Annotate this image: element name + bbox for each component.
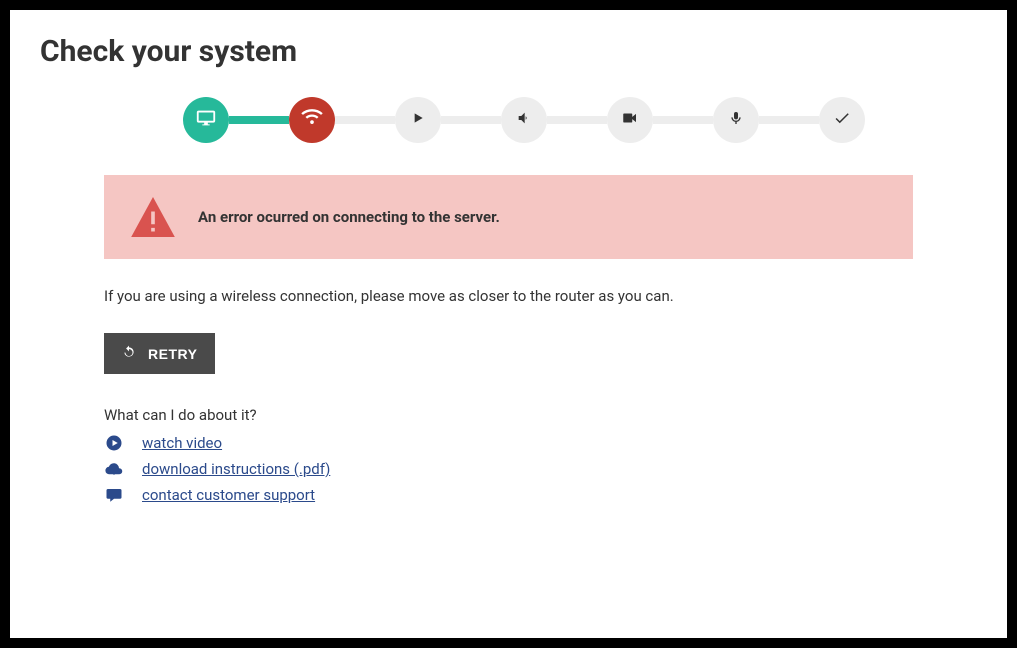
contact-support-link[interactable]: contact customer support <box>142 486 315 504</box>
watch-video-link[interactable]: watch video <box>142 434 222 452</box>
refresh-icon <box>122 345 136 362</box>
step-done <box>819 97 865 143</box>
step-camera <box>607 97 653 143</box>
step-connector <box>653 116 713 124</box>
wifi-icon <box>301 107 323 134</box>
help-item-support: contact customer support <box>104 486 913 504</box>
play-icon <box>410 110 426 131</box>
step-connector <box>547 116 607 124</box>
retry-button-label: RETRY <box>148 346 197 362</box>
step-volume <box>501 97 547 143</box>
help-list: watch video download instructions (.pdf)… <box>104 434 913 504</box>
instruction-text: If you are using a wireless connection, … <box>104 287 913 305</box>
download-instructions-link[interactable]: download instructions (.pdf) <box>142 460 330 478</box>
chat-icon <box>104 486 124 504</box>
video-icon <box>621 109 639 132</box>
retry-button[interactable]: RETRY <box>104 333 215 374</box>
monitor-icon <box>195 107 217 134</box>
error-alert: An error ocurred on connecting to the se… <box>104 175 913 259</box>
page-title: Check your system <box>40 34 977 69</box>
play-circle-icon <box>104 434 124 452</box>
step-connector <box>759 116 819 124</box>
help-item-download: download instructions (.pdf) <box>104 460 913 478</box>
cloud-download-icon <box>104 460 124 478</box>
microphone-icon <box>728 110 744 131</box>
check-icon <box>833 109 851 132</box>
step-connector <box>441 116 501 124</box>
system-check-stepper <box>104 97 913 143</box>
error-message: An error ocurred on connecting to the se… <box>198 208 500 226</box>
step-microphone <box>713 97 759 143</box>
step-connector <box>229 116 289 124</box>
volume-icon <box>516 110 532 131</box>
help-item-video: watch video <box>104 434 913 452</box>
help-title: What can I do about it? <box>104 406 913 424</box>
warning-icon <box>130 197 176 237</box>
step-connector <box>335 116 395 124</box>
step-wifi <box>289 97 335 143</box>
step-monitor <box>183 97 229 143</box>
step-play <box>395 97 441 143</box>
